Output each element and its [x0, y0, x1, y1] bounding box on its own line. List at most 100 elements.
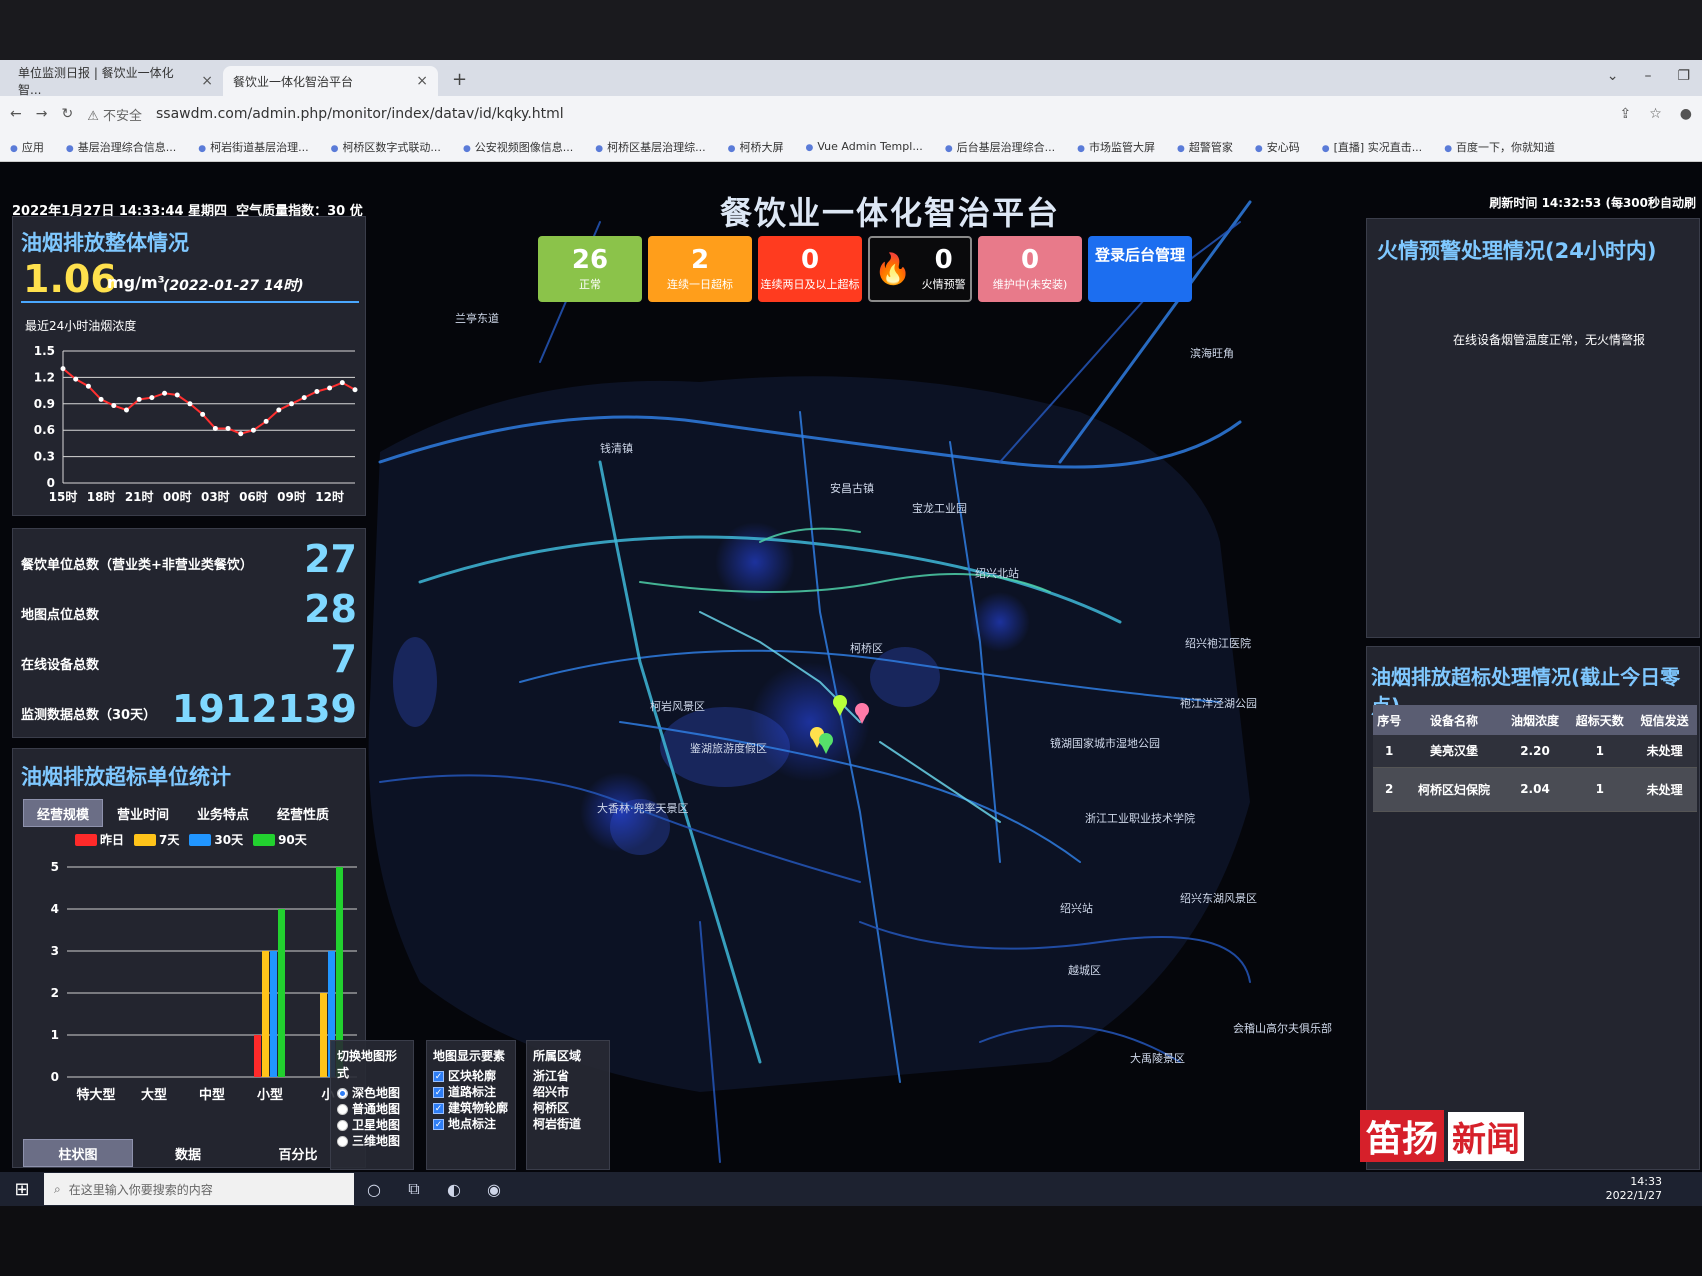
tab-nature[interactable]: 经营性质	[263, 799, 343, 827]
bookmark-item[interactable]: Vue Admin Templ...	[806, 140, 922, 153]
task-view-icon[interactable]: ⧉	[394, 1179, 434, 1199]
url-input[interactable]: ssawdm.com/admin.php/monitor/index/datav…	[156, 106, 564, 122]
tile-normal[interactable]: 26 正常	[538, 236, 642, 302]
layer-road-labels[interactable]: ✓ 道路标注	[433, 1084, 509, 1100]
new-tab-plus-icon[interactable]: +	[438, 69, 481, 96]
bookmark-item[interactable]: 百度一下，你就知道	[1444, 139, 1555, 155]
map-place-label[interactable]: 绍兴站	[1060, 901, 1093, 915]
tab-data-view[interactable]: 数据	[133, 1139, 243, 1167]
data-point[interactable]	[301, 395, 307, 401]
browser-tab-daily-report[interactable]: 单位监测日报 | 餐饮业一体化智... ×	[8, 66, 223, 97]
bar[interactable]	[262, 951, 269, 1077]
star-icon[interactable]: ☆	[1649, 106, 1662, 122]
back-arrow-icon[interactable]: ←	[10, 106, 22, 122]
data-point[interactable]	[276, 407, 282, 413]
checkbox[interactable]: ✓	[433, 1086, 444, 1098]
tile-maintenance[interactable]: 0 维护中(未安装)	[978, 236, 1082, 302]
radio-button[interactable]	[337, 1087, 348, 1099]
data-point[interactable]	[136, 396, 142, 402]
bookmark-item[interactable]: 柯岩街道基层治理...	[198, 139, 309, 155]
bar[interactable]	[270, 951, 277, 1077]
tab-features[interactable]: 业务特点	[183, 799, 263, 827]
forward-arrow-icon[interactable]: →	[36, 106, 48, 122]
table-row[interactable]: 1 美亮汉堡 2.20 1 未处理	[1373, 735, 1697, 768]
legend-item[interactable]: 昨日	[75, 831, 124, 848]
tab-bar-view[interactable]: 柱状图	[23, 1139, 133, 1167]
map-place-label[interactable]: 绍兴袍江医院	[1185, 636, 1251, 650]
data-point[interactable]	[327, 385, 333, 391]
data-point[interactable]	[187, 401, 193, 407]
map-mode-dark[interactable]: 深色地图	[337, 1085, 407, 1101]
region-item[interactable]: 柯岩街道	[533, 1116, 603, 1132]
data-point[interactable]	[73, 376, 79, 382]
data-point[interactable]	[162, 390, 168, 396]
region-item[interactable]: 柯桥区	[533, 1100, 603, 1116]
map-place-label[interactable]: 柯岩风景区	[650, 699, 705, 713]
data-point[interactable]	[250, 427, 256, 433]
warning-icon[interactable]: ⚠ 不安全	[87, 105, 142, 124]
data-point[interactable]	[85, 383, 91, 389]
close-icon[interactable]: ×	[416, 73, 428, 89]
bookmark-item[interactable]: 柯桥大屏	[728, 139, 784, 155]
data-point[interactable]	[200, 411, 206, 417]
tab-scale[interactable]: 经营规模	[23, 799, 103, 827]
bookmark-item[interactable]: 超警管家	[1177, 139, 1233, 155]
data-point[interactable]	[314, 388, 320, 394]
bookmark-item[interactable]: 柯桥区基层治理综...	[595, 139, 706, 155]
bookmark-item[interactable]: 公安视频图像信息...	[463, 139, 574, 155]
checkbox[interactable]: ✓	[433, 1102, 444, 1114]
map-mode-normal[interactable]: 普通地图	[337, 1101, 407, 1117]
bookmark-item[interactable]: 安心码	[1255, 139, 1300, 155]
taskbar-clock[interactable]: 14:33 2022/1/27	[1606, 1175, 1662, 1203]
reload-icon[interactable]: ↻	[61, 106, 73, 122]
chrome-browser-icon[interactable]: ◉	[474, 1180, 514, 1199]
bookmark-item[interactable]: 基层治理综合信息...	[66, 139, 177, 155]
radio-button[interactable]	[337, 1119, 348, 1131]
checkbox[interactable]: ✓	[433, 1118, 444, 1130]
browser-tab-platform[interactable]: 餐饮业一体化智治平台 ×	[223, 66, 438, 96]
checkbox[interactable]: ✓	[433, 1070, 444, 1082]
data-point[interactable]	[263, 418, 269, 424]
radio-button[interactable]	[337, 1103, 348, 1115]
table-row[interactable]: 2 柯桥区妇保院 2.04 1 未处理	[1373, 767, 1697, 812]
layer-building-outline[interactable]: ✓ 建筑物轮廓	[433, 1100, 509, 1116]
windows-start-icon[interactable]: ⊞	[0, 1179, 44, 1200]
tile-fire-warning[interactable]: 🔥 0 火情预警	[868, 236, 972, 302]
bar[interactable]	[278, 909, 285, 1077]
tile-one-day-over[interactable]: 2 连续一日超标	[648, 236, 752, 302]
data-point[interactable]	[60, 366, 66, 372]
map-mode-3d[interactable]: 三维地图	[337, 1133, 407, 1149]
close-icon[interactable]: ×	[201, 73, 213, 89]
data-point[interactable]	[289, 401, 295, 407]
bookmark-item[interactable]: [直播] 实况直击...	[1322, 139, 1423, 155]
restore-icon[interactable]: ❐	[1677, 68, 1690, 84]
map-place-label[interactable]: 袍江洋泾湖公园	[1180, 696, 1257, 710]
data-point[interactable]	[174, 392, 180, 398]
map-place-label[interactable]: 绍兴北站	[975, 566, 1019, 580]
map-place-label[interactable]: 大香林·兜率天景区	[597, 801, 689, 815]
share-icon[interactable]: ⇪	[1619, 106, 1631, 122]
data-point[interactable]	[111, 403, 117, 409]
bookmark-item[interactable]: 柯桥区数字式联动...	[331, 139, 441, 155]
map-place-label[interactable]: 兰亭东道	[455, 311, 499, 325]
data-point[interactable]	[98, 396, 104, 402]
map-place-label[interactable]: 宝龙工业园	[912, 501, 967, 515]
map-place-label[interactable]: 柯桥区	[850, 642, 883, 655]
map-mode-satellite[interactable]: 卫星地图	[337, 1117, 407, 1133]
map-place-label[interactable]: 大禹陵景区	[1130, 1051, 1185, 1065]
map-place-label[interactable]: 浙江工业职业技术学院	[1085, 811, 1195, 825]
bar[interactable]	[320, 993, 327, 1077]
data-point[interactable]	[123, 407, 129, 413]
legend-item[interactable]: 90天	[253, 831, 307, 848]
region-item[interactable]: 浙江省	[533, 1068, 603, 1084]
legend-item[interactable]: 7天	[134, 831, 179, 848]
map-place-label[interactable]: 会稽山高尔夫俱乐部	[1233, 1021, 1332, 1035]
map-place-label[interactable]: 安昌古镇	[830, 481, 874, 495]
data-point[interactable]	[238, 431, 244, 437]
bookmark-item[interactable]: 应用	[10, 139, 44, 155]
legend-item[interactable]: 30天	[189, 831, 243, 848]
tile-multi-day-over[interactable]: 0 连续两日及以上超标	[758, 236, 862, 302]
map-place-label[interactable]: 镜湖国家城市湿地公园	[1050, 736, 1160, 750]
data-point[interactable]	[149, 395, 155, 401]
layer-block-outline[interactable]: ✓ 区块轮廓	[433, 1068, 509, 1084]
